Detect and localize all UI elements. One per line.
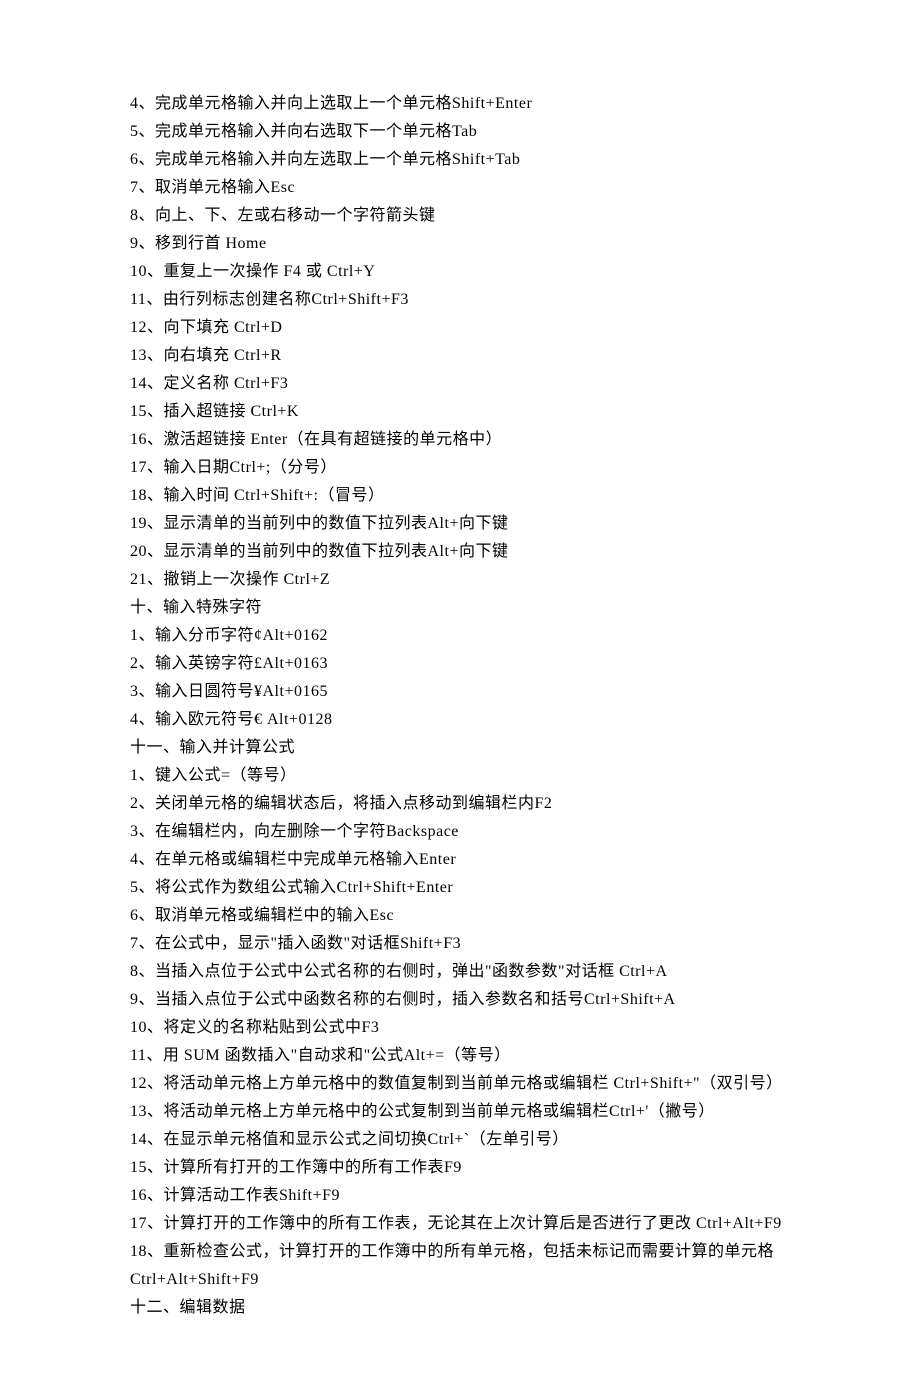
text-line: 7、取消单元格输入Esc [130, 174, 790, 202]
text-line: 19、显示清单的当前列中的数值下拉列表Alt+向下键 [130, 510, 790, 538]
text-line: 12、向下填充 Ctrl+D [130, 314, 790, 342]
text-line: 17、计算打开的工作簿中的所有工作表，无论其在上次计算后是否进行了更改 Ctrl… [130, 1210, 790, 1238]
text-line: 十二、编辑数据 [130, 1294, 790, 1322]
text-line: 21、撤销上一次操作 Ctrl+Z [130, 566, 790, 594]
text-line: 1、输入分币字符¢Alt+0162 [130, 622, 790, 650]
text-line: 10、将定义的名称粘贴到公式中F3 [130, 1014, 790, 1042]
text-line: 9、移到行首 Home [130, 230, 790, 258]
text-line: 16、计算活动工作表Shift+F9 [130, 1182, 790, 1210]
text-line: 4、输入欧元符号€ Alt+0128 [130, 706, 790, 734]
text-line: 6、完成单元格输入并向左选取上一个单元格Shift+Tab [130, 146, 790, 174]
text-line: 16、激活超链接 Enter（在具有超链接的单元格中） [130, 426, 790, 454]
text-line: 6、取消单元格或编辑栏中的输入Esc [130, 902, 790, 930]
text-line: 14、定义名称 Ctrl+F3 [130, 370, 790, 398]
text-line: 8、向上、下、左或右移动一个字符箭头键 [130, 202, 790, 230]
text-line: 1、键入公式=（等号） [130, 762, 790, 790]
text-line: 15、插入超链接 Ctrl+K [130, 398, 790, 426]
text-line: 10、重复上一次操作 F4 或 Ctrl+Y [130, 258, 790, 286]
text-line: 5、将公式作为数组公式输入Ctrl+Shift+Enter [130, 874, 790, 902]
text-line: 5、完成单元格输入并向右选取下一个单元格Tab [130, 118, 790, 146]
text-line: 十一、输入并计算公式 [130, 734, 790, 762]
text-line: 11、用 SUM 函数插入"自动求和"公式Alt+=（等号） [130, 1042, 790, 1070]
text-line: 11、由行列标志创建名称Ctrl+Shift+F3 [130, 286, 790, 314]
text-line: 12、将活动单元格上方单元格中的数值复制到当前单元格或编辑栏 Ctrl+Shif… [130, 1070, 790, 1098]
text-line: 2、输入英镑字符£Alt+0163 [130, 650, 790, 678]
text-line: 15、计算所有打开的工作簿中的所有工作表F9 [130, 1154, 790, 1182]
text-line: 8、当插入点位于公式中公式名称的右侧时，弹出"函数参数"对话框 Ctrl+A [130, 958, 790, 986]
text-line: 14、在显示单元格值和显示公式之间切换Ctrl+`（左单引号） [130, 1126, 790, 1154]
text-line: 2、关闭单元格的编辑状态后，将插入点移动到编辑栏内F2 [130, 790, 790, 818]
document-content: 4、完成单元格输入并向上选取上一个单元格Shift+Enter5、完成单元格输入… [130, 90, 790, 1322]
text-line: 7、在公式中，显示"插入函数"对话框Shift+F3 [130, 930, 790, 958]
text-line: 13、将活动单元格上方单元格中的公式复制到当前单元格或编辑栏Ctrl+'（撇号） [130, 1098, 790, 1126]
text-line: 13、向右填充 Ctrl+R [130, 342, 790, 370]
text-line: 18、重新检查公式，计算打开的工作簿中的所有单元格，包括未标记而需要计算的单元格… [130, 1238, 790, 1294]
text-line: 4、完成单元格输入并向上选取上一个单元格Shift+Enter [130, 90, 790, 118]
text-line: 十、输入特殊字符 [130, 594, 790, 622]
text-line: 4、在单元格或编辑栏中完成单元格输入Enter [130, 846, 790, 874]
text-line: 20、显示清单的当前列中的数值下拉列表Alt+向下键 [130, 538, 790, 566]
text-line: 17、输入日期Ctrl+;（分号） [130, 454, 790, 482]
text-line: 18、输入时间 Ctrl+Shift+:（冒号） [130, 482, 790, 510]
text-line: 3、输入日圆符号¥Alt+0165 [130, 678, 790, 706]
text-line: 3、在编辑栏内，向左删除一个字符Backspace [130, 818, 790, 846]
text-line: 9、当插入点位于公式中函数名称的右侧时，插入参数名和括号Ctrl+Shift+A [130, 986, 790, 1014]
